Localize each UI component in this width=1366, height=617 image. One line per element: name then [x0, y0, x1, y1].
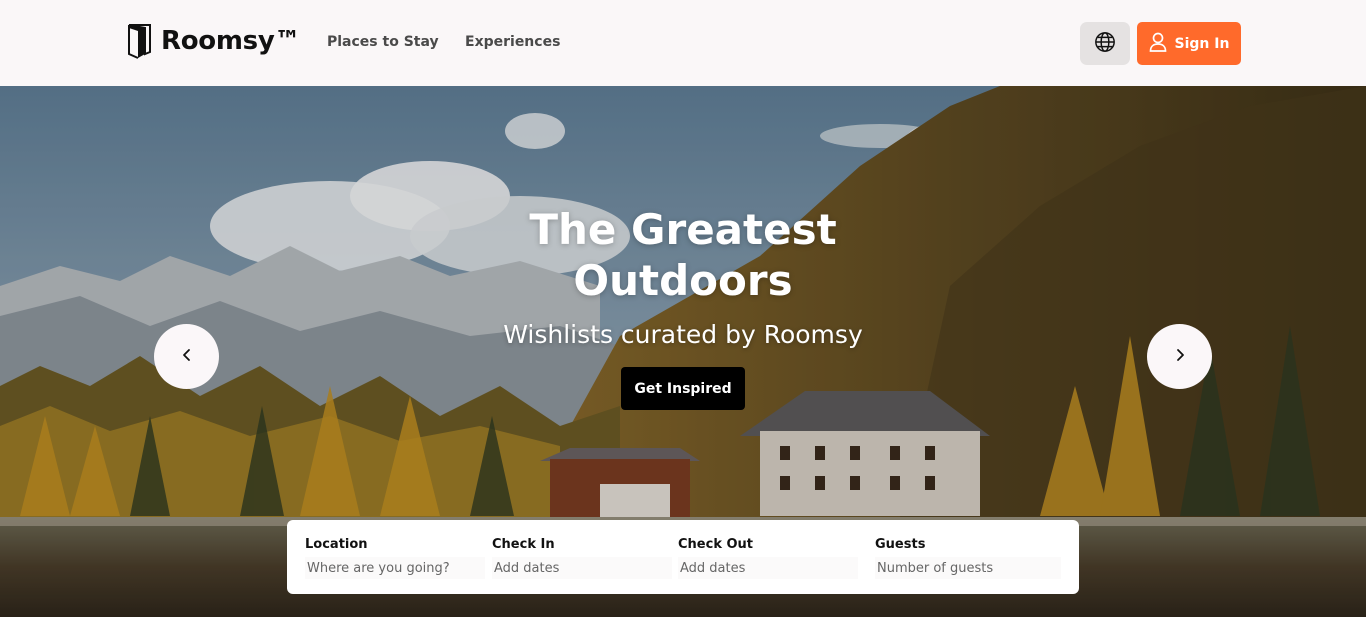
check-out-label: Check Out	[678, 537, 754, 552]
language-button[interactable]	[1080, 22, 1130, 65]
location-field: Location	[305, 536, 485, 579]
location-input[interactable]	[305, 557, 485, 579]
carousel-prev-button[interactable]	[154, 324, 219, 389]
chevron-right-icon	[1174, 347, 1186, 366]
user-icon	[1149, 32, 1167, 56]
hero-section: The Greatest Outdoors Wishlists curated …	[0, 86, 1366, 617]
sign-in-button[interactable]: Sign In	[1137, 22, 1241, 65]
get-inspired-button[interactable]: Get Inspired	[621, 367, 745, 410]
check-out-input[interactable]	[678, 557, 858, 579]
brand-logo[interactable]: Roomsy™	[128, 22, 300, 59]
globe-icon	[1094, 31, 1116, 57]
check-in-label: Check In	[492, 537, 555, 552]
search-bar: Location Check In Check Out Guests	[287, 520, 1079, 594]
door-icon	[128, 22, 152, 59]
carousel-next-button[interactable]	[1147, 324, 1212, 389]
hero-title-line-2: Outdoors	[573, 256, 793, 305]
nav-experiences[interactable]: Experiences	[465, 33, 560, 51]
sign-in-label: Sign In	[1174, 35, 1230, 52]
guests-field: Guests	[875, 536, 1061, 579]
guests-label: Guests	[875, 537, 926, 552]
check-in-input[interactable]	[492, 557, 672, 579]
guests-input[interactable]	[875, 557, 1061, 579]
chevron-left-icon	[181, 347, 193, 366]
hero-title: The Greatest Outdoors	[0, 204, 1366, 306]
nav-places-to-stay[interactable]: Places to Stay	[327, 33, 439, 51]
location-label: Location	[305, 537, 368, 552]
hero-title-line-1: The Greatest	[529, 205, 837, 254]
brand-name: Roomsy™	[161, 25, 301, 56]
check-out-field: Check Out	[678, 536, 858, 579]
check-in-field: Check In	[492, 536, 672, 579]
site-header: Roomsy™ Places to Stay Experiences Sign …	[0, 0, 1366, 86]
